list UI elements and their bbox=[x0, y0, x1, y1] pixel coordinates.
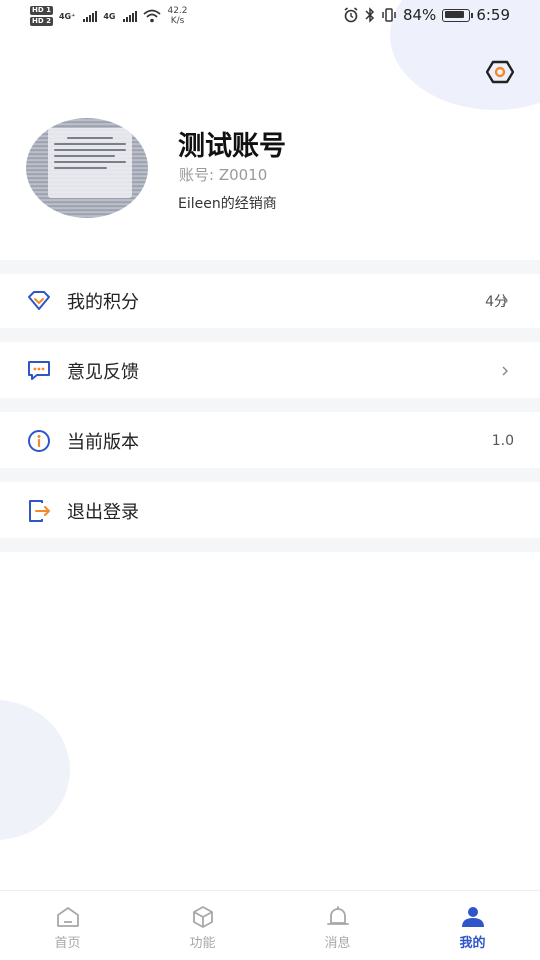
tab-label: 我的 bbox=[459, 936, 486, 951]
wifi-icon bbox=[143, 9, 162, 23]
bottom-tab-bar: 首页 功能 消息 我的 bbox=[0, 890, 540, 960]
menu-item-points[interactable]: 我的积分 4分 bbox=[0, 274, 540, 328]
tab-label: 首页 bbox=[54, 936, 81, 951]
signal-icon bbox=[83, 10, 98, 22]
hd2-badge: HD 2 bbox=[30, 17, 53, 26]
avatar[interactable] bbox=[26, 118, 148, 218]
divider bbox=[0, 538, 540, 552]
network-speed-unit: K/s bbox=[170, 16, 185, 26]
avatar-document-image bbox=[48, 128, 132, 198]
chevron-right-icon bbox=[502, 366, 508, 376]
sim2-network-label: 4G bbox=[103, 11, 116, 21]
hd1-badge: HD 1 bbox=[30, 6, 53, 15]
menu-item-label: 意见反馈 bbox=[67, 362, 139, 383]
tab-features[interactable]: 功能 bbox=[135, 891, 270, 960]
cube-icon bbox=[192, 906, 213, 928]
tab-label: 消息 bbox=[324, 936, 351, 951]
menu-item-feedback[interactable]: 意见反馈 bbox=[0, 344, 540, 398]
tab-mine[interactable]: 我的 bbox=[405, 891, 540, 960]
battery-icon bbox=[442, 8, 474, 22]
tab-label: 功能 bbox=[189, 936, 216, 951]
tab-messages[interactable]: 消息 bbox=[270, 891, 405, 960]
battery-percent: 84% bbox=[402, 6, 437, 24]
divider bbox=[0, 260, 540, 274]
logout-icon bbox=[29, 500, 50, 522]
chat-bubble-icon bbox=[28, 361, 50, 380]
dealer-name: Eileen的经销商 bbox=[178, 196, 277, 212]
tab-home[interactable]: 首页 bbox=[0, 891, 135, 960]
menu-item-label: 当前版本 bbox=[67, 432, 139, 453]
divider bbox=[0, 398, 540, 412]
settings-icon[interactable] bbox=[486, 60, 514, 84]
status-bar-right: 84% 6:59 bbox=[343, 6, 510, 24]
status-bar: HD 1 HD 2 4G⁺ 4G 42.2 K/s 84% 6:59 bbox=[0, 0, 540, 32]
decorative-blob bbox=[0, 700, 70, 840]
status-bar-left: HD 1 HD 2 4G⁺ 4G 42.2 K/s bbox=[30, 3, 188, 29]
bell-icon bbox=[326, 906, 349, 925]
chevron-right-icon bbox=[502, 296, 508, 306]
diamond-icon bbox=[28, 291, 50, 310]
menu-item-logout[interactable]: 退出登录 bbox=[0, 484, 540, 538]
user-icon bbox=[461, 907, 484, 927]
sim1-network-label: 4G⁺ bbox=[58, 11, 76, 21]
signal-icon bbox=[123, 10, 138, 22]
network-speed-value: 42.2 bbox=[167, 6, 188, 16]
vibrate-icon bbox=[382, 8, 396, 22]
alarm-icon bbox=[344, 7, 358, 23]
bluetooth-icon bbox=[365, 7, 375, 23]
divider bbox=[0, 328, 540, 342]
version-value: 1.0 bbox=[491, 433, 514, 449]
user-name: 测试账号 bbox=[178, 131, 286, 162]
network-speed: 42.2 K/s bbox=[167, 6, 187, 26]
menu-item-version[interactable]: 当前版本 1.0 bbox=[0, 414, 540, 468]
menu-item-label: 我的积分 bbox=[67, 292, 139, 313]
profile-screen: HD 1 HD 2 4G⁺ 4G 42.2 K/s 84% 6:59 测试账号 … bbox=[0, 0, 540, 960]
divider bbox=[0, 468, 540, 482]
menu-item-label: 退出登录 bbox=[67, 502, 139, 523]
clock-time: 6:59 bbox=[476, 6, 510, 24]
account-id: 账号: Z0010 bbox=[179, 166, 268, 184]
home-icon bbox=[56, 907, 79, 927]
info-icon bbox=[28, 430, 50, 452]
